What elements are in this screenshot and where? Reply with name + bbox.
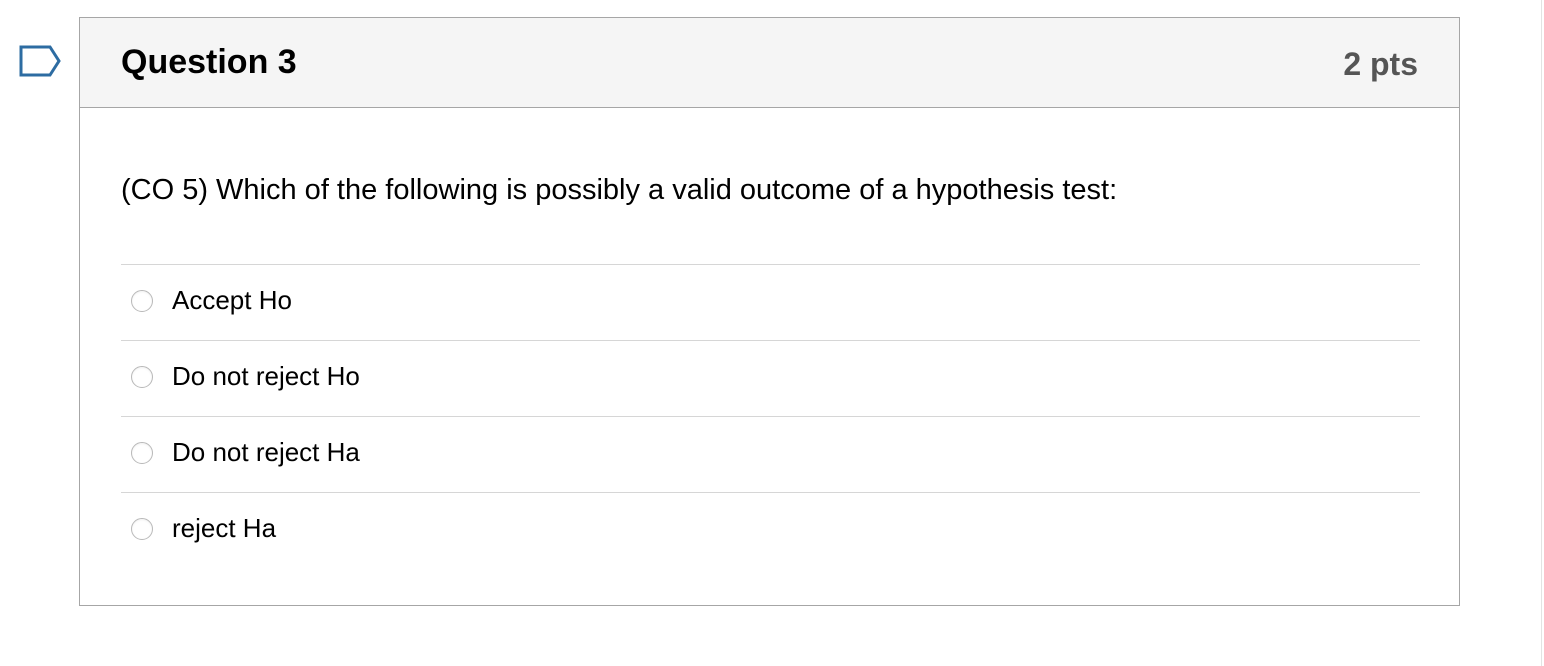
- answer-option[interactable]: Do not reject Ha: [121, 416, 1420, 492]
- answer-list: Accept Ho Do not reject Ho Do not reject…: [121, 264, 1420, 568]
- answer-option[interactable]: reject Ha: [121, 492, 1420, 568]
- question-points: 2 pts: [1343, 46, 1418, 82]
- answer-label[interactable]: reject Ha: [172, 510, 276, 546]
- answer-label[interactable]: Accept Ho: [172, 282, 292, 318]
- question-text: (CO 5) Which of the following is possibl…: [121, 174, 1118, 206]
- answer-option[interactable]: Do not reject Ho: [121, 340, 1420, 416]
- right-divider: [1541, 0, 1542, 666]
- radio-button[interactable]: [131, 518, 153, 540]
- question-title: Question 3: [121, 43, 297, 81]
- question-card: Question 3 2 pts (CO 5) Which of the fol…: [79, 17, 1460, 606]
- radio-button[interactable]: [131, 442, 153, 464]
- question-header: Question 3 2 pts: [80, 18, 1459, 108]
- radio-button[interactable]: [131, 290, 153, 312]
- answer-label[interactable]: Do not reject Ha: [172, 434, 360, 470]
- answer-label[interactable]: Do not reject Ho: [172, 358, 360, 394]
- bookmark-flag-icon[interactable]: [18, 44, 62, 78]
- radio-button[interactable]: [131, 366, 153, 388]
- quiz-page: Question 3 2 pts (CO 5) Which of the fol…: [0, 0, 1544, 666]
- answer-option[interactable]: Accept Ho: [121, 264, 1420, 340]
